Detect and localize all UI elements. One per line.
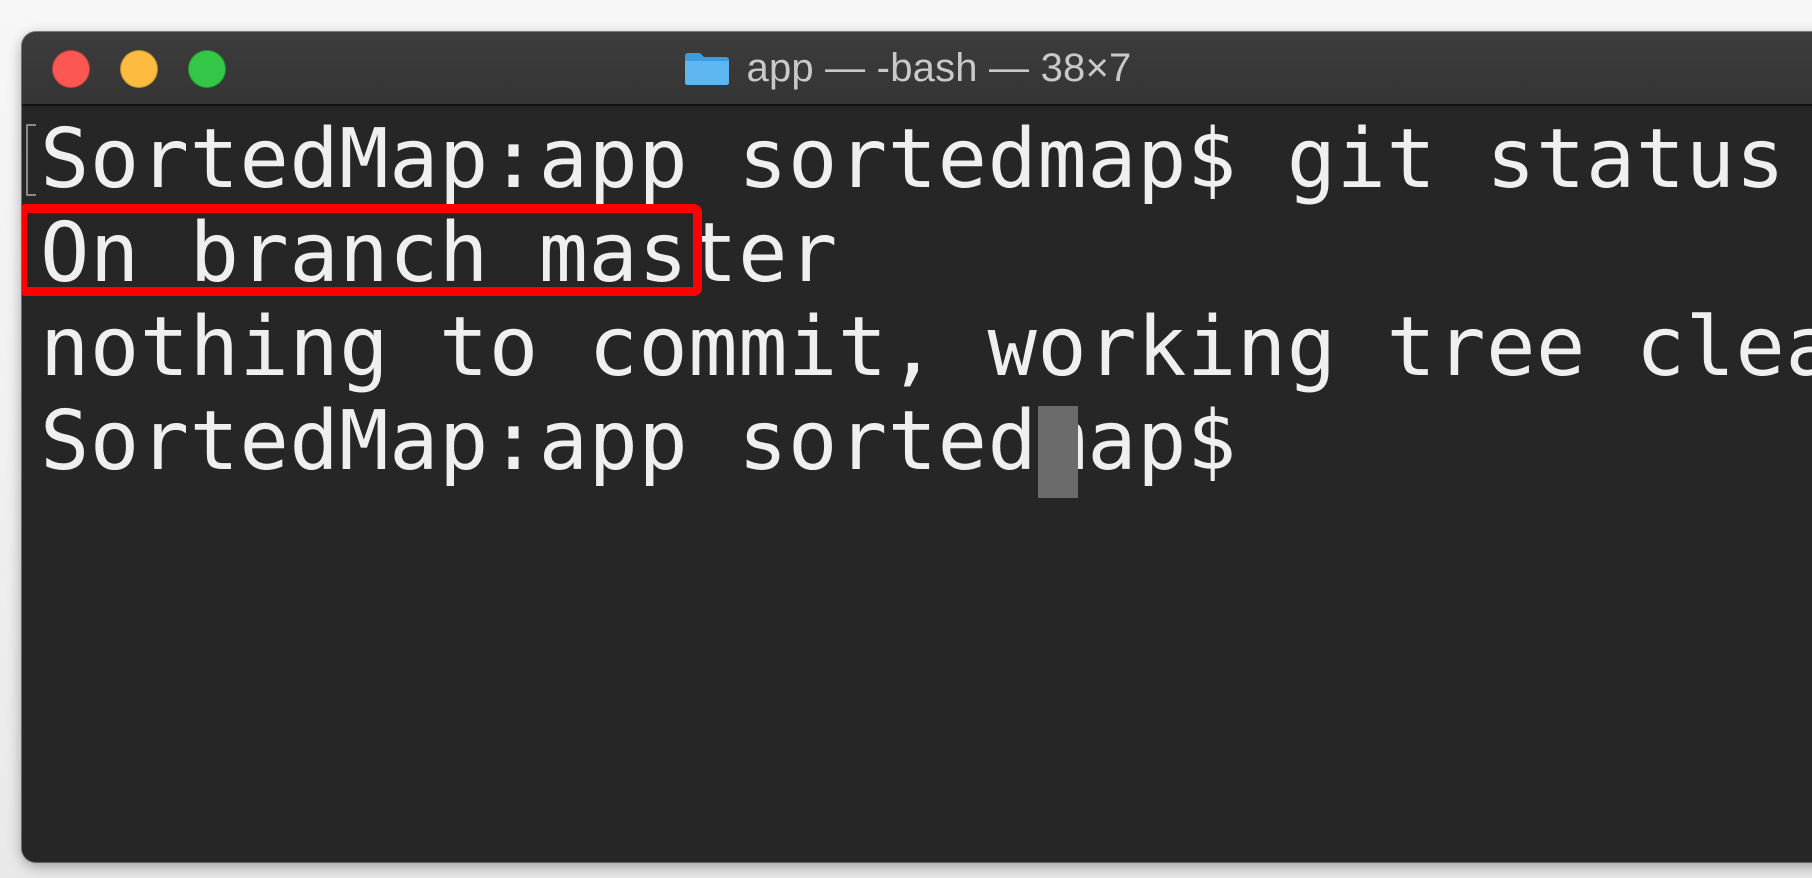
title-bar[interactable]: app — -bash — 38×7	[22, 32, 1812, 106]
window-title-text: app — -bash — 38×7	[746, 45, 1132, 90]
highlight-box	[22, 204, 702, 296]
terminal-line-prompt: SortedMap:app sortedmap$	[40, 394, 1287, 489]
folder-icon	[683, 50, 731, 86]
text-cursor	[1038, 406, 1078, 498]
terminal-line-command: SortedMap:app sortedmap$ git status	[40, 112, 1786, 207]
screenshot-stage: app — -bash — 38×7 SortedMap:app sortedm…	[0, 0, 1812, 878]
terminal-line-status: nothing to commit, working tree clean	[40, 300, 1812, 395]
terminal-window: app — -bash — 38×7 SortedMap:app sortedm…	[22, 32, 1812, 862]
terminal-content[interactable]: SortedMap:app sortedmap$ git status On b…	[22, 106, 1812, 862]
line-marker-left	[26, 124, 36, 196]
window-title: app — -bash — 38×7	[22, 32, 1812, 104]
